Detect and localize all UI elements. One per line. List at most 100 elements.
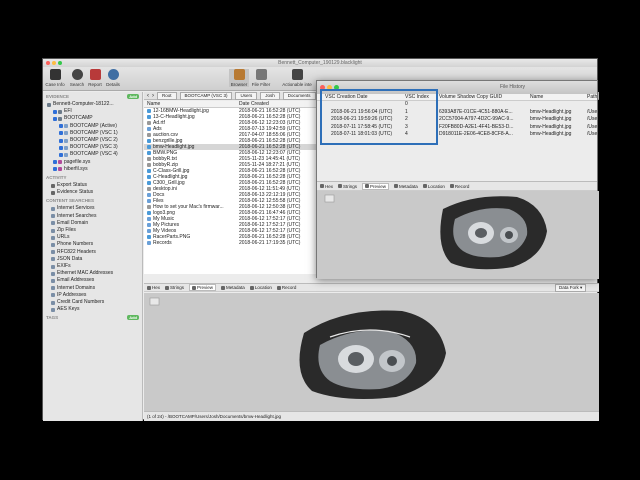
report-button[interactable]: Report — [85, 69, 105, 87]
popup-tab-record[interactable]: Record — [449, 184, 469, 189]
content-searches-header: CONTENT SEARCHES — [46, 198, 95, 204]
checkbox[interactable] — [59, 138, 63, 143]
evidence-item[interactable]: EFI — [43, 108, 142, 115]
vsc-path: /Use — [587, 131, 598, 137]
checkbox[interactable] — [53, 109, 57, 114]
back-button[interactable]: ‹ — [147, 93, 149, 99]
activity-item[interactable]: Export Status — [43, 182, 142, 189]
actionable-intel-icon — [291, 69, 303, 80]
zoom-window-button[interactable] — [58, 61, 62, 65]
popup-tab-strings[interactable]: Strings — [338, 184, 357, 189]
content-search-item[interactable]: EXIFs — [43, 263, 142, 270]
evidence-item[interactable]: BOOTCAMP (VSC 4) — [43, 151, 142, 158]
add-evidence-button[interactable]: Add — [127, 94, 139, 99]
content-search-item[interactable]: URLs — [43, 234, 142, 241]
checkbox[interactable] — [59, 131, 63, 136]
content-search-item[interactable]: Internet Searches — [43, 213, 142, 220]
evidence-item[interactable]: Bennett-Computer-18122... — [43, 101, 142, 108]
evidence-item[interactable]: BOOTCAMP (Active) — [43, 123, 142, 130]
close-window-button[interactable] — [46, 61, 50, 65]
breadcrumb-users[interactable]: Users — [235, 91, 258, 100]
breadcrumb-josh[interactable]: Josh — [260, 91, 280, 100]
vsc-name: bmw-Headlight.jpg — [530, 108, 572, 115]
add-tag-button[interactable]: Add — [127, 315, 139, 321]
checkbox[interactable] — [59, 124, 63, 129]
image-file-icon — [147, 175, 151, 179]
tab-record[interactable]: Record — [276, 285, 296, 290]
hex-icon — [147, 285, 151, 290]
checkbox[interactable] — [53, 160, 57, 165]
tab-preview[interactable]: Preview — [189, 284, 217, 291]
checkbox[interactable] — [59, 153, 63, 158]
popup-tab-hex[interactable]: Hex — [320, 184, 333, 189]
browser-button[interactable]: Browser — [229, 69, 249, 87]
content-search-item[interactable]: Phone Numbers — [43, 241, 142, 248]
tab-strings[interactable]: Strings — [165, 285, 184, 290]
fh-path-column-header[interactable]: Path — [587, 94, 597, 101]
details-button[interactable]: Details — [103, 69, 123, 87]
minimize-window-button[interactable] — [52, 61, 56, 65]
actionable-intel-button[interactable]: Actionable inte — [277, 69, 317, 87]
image-file-icon — [147, 235, 151, 239]
content-search-item[interactable]: IP Addresses — [43, 292, 142, 299]
volume-icon — [64, 138, 68, 143]
vsc-path: /Use — [587, 108, 598, 115]
evidence-item[interactable]: BOOTCAMP (VSC 1) — [43, 130, 142, 137]
popup-preview-pane — [317, 191, 599, 279]
evidence-item[interactable]: BOOTCAMP (VSC 2) — [43, 137, 142, 144]
popup-tab-location[interactable]: Location — [422, 184, 445, 189]
evidence-item[interactable]: BOOTCAMP — [43, 115, 142, 122]
content-search-label: IP Addresses — [57, 291, 87, 298]
document-file-icon — [147, 163, 151, 167]
case-info-button[interactable]: Case Info — [45, 69, 65, 87]
file-name-cell: Records — [144, 240, 239, 246]
content-search-item[interactable]: Email Addresses — [43, 277, 142, 284]
image-file-icon — [147, 181, 151, 185]
guid-column-header[interactable]: Volume Shadow Copy GUID — [439, 94, 502, 101]
vsc-guid: 2CC57004-A797-4D2C-99AC-9... — [439, 116, 514, 122]
checkbox[interactable] — [59, 145, 63, 150]
file-filter-button[interactable]: File Filter — [251, 69, 271, 87]
forward-button[interactable]: › — [152, 93, 154, 99]
file-row[interactable]: Records 2018-06-21 17:19:35 (UTC) — [144, 240, 320, 246]
content-search-item[interactable]: Email Domain — [43, 220, 142, 227]
folder-icon — [147, 127, 151, 131]
checkbox[interactable] — [53, 117, 57, 121]
fh-name-column-header[interactable]: Name — [530, 94, 543, 101]
folder-icon — [147, 241, 151, 245]
search-result-icon — [51, 293, 55, 298]
breadcrumb-volume[interactable]: BOOTCAMP (VSC 3) — [179, 91, 233, 100]
content-search-item[interactable]: Ethernet MAC Addresses — [43, 270, 142, 277]
date-column-header[interactable]: Date Created — [239, 101, 320, 107]
search-button[interactable]: Search — [67, 69, 87, 87]
content-search-item[interactable]: JSON Data — [43, 256, 142, 263]
popup-tab-metadata[interactable]: Metadata — [394, 184, 418, 189]
checkbox[interactable] — [53, 167, 57, 172]
evidence-item[interactable]: BOOTCAMP (VSC 3) — [43, 144, 142, 151]
vsc-guid: F20FB80D-A2E1-4F41-BE53-D... — [439, 123, 514, 130]
content-search-item[interactable]: Zip Files — [43, 227, 142, 234]
tab-hex[interactable]: Hex — [147, 285, 160, 290]
content-search-item[interactable]: RFC822 Headers — [43, 249, 142, 256]
content-search-item[interactable]: Internet Services — [43, 205, 142, 212]
popup-tab-preview[interactable]: Preview — [362, 182, 390, 190]
evidence-item[interactable]: hiberfil.sys — [43, 166, 142, 173]
tab-metadata[interactable]: Metadata — [221, 285, 245, 290]
window-title: Bennett_Computer_190129.blacklight — [278, 60, 362, 66]
evidence-item[interactable]: pagefile.sys — [43, 159, 142, 166]
content-search-item[interactable]: Credit Card Numbers — [43, 299, 142, 306]
content-search-item[interactable]: Internet Domains — [43, 285, 142, 292]
tab-label: Strings — [170, 285, 185, 290]
breadcrumb-root[interactable]: Root — [157, 91, 177, 100]
content-search-label: Email Addresses — [57, 277, 95, 284]
document-file-icon — [147, 157, 151, 161]
activity-list: Export Status Evidence Status — [43, 182, 142, 196]
name-column-header[interactable]: Name — [144, 101, 239, 107]
breadcrumb-documents[interactable]: Documents — [282, 91, 316, 100]
tab-location[interactable]: Location — [249, 285, 272, 290]
activity-item[interactable]: Evidence Status — [43, 189, 142, 196]
content-search-item[interactable]: AES Keys — [43, 306, 142, 313]
status-path: (1 of 24) - /BOOTCAMP/Users/Josh/Documen… — [147, 414, 282, 419]
search-result-icon — [51, 235, 55, 240]
data-fork-select[interactable]: Data Fork ▾ — [555, 284, 587, 292]
